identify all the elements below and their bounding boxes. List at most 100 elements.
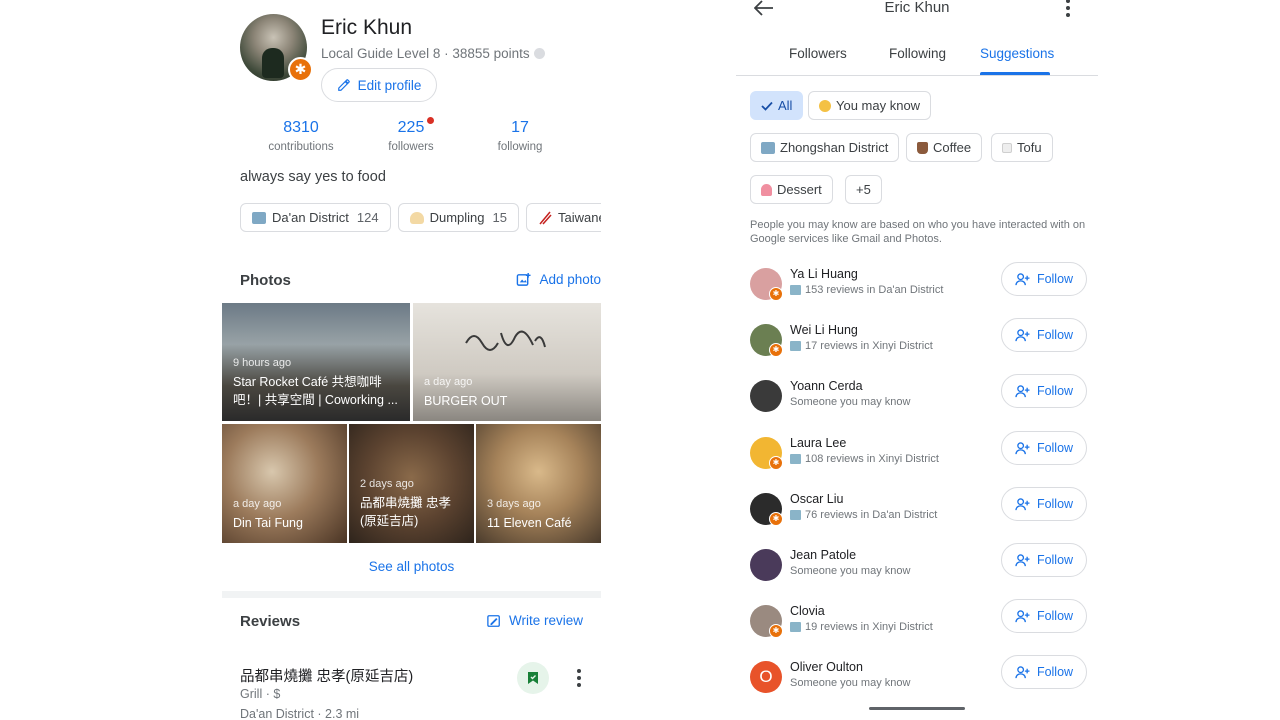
follow-label: Follow — [1036, 272, 1074, 286]
person-name[interactable]: Clovia — [790, 604, 825, 618]
suggestion-row: Jean Patole Someone you may know Follow — [736, 543, 1098, 593]
person-subtitle: 76 reviews in Da'an District — [790, 509, 937, 521]
person-name[interactable]: Wei Li Hung — [790, 323, 858, 337]
photo-star-rocket-cafe[interactable]: 9 hours ago Star Rocket Café 共想咖啡吧！| 共享空… — [222, 303, 410, 421]
suggestion-row: Yoann Cerda Someone you may know Follow — [736, 374, 1098, 424]
reviews-heading: Reviews — [240, 613, 301, 630]
add-photo-icon — [517, 272, 531, 286]
review-place-location: Da'an District · 2.3 mi — [240, 707, 360, 720]
see-all-photos-link[interactable]: See all photos — [222, 559, 601, 574]
follow-button[interactable]: Follow — [1001, 487, 1087, 521]
add-person-icon — [1015, 665, 1030, 678]
social-panel: Eric Khun Followers Following Suggestion… — [736, 0, 1098, 720]
review-more-icon[interactable] — [570, 669, 588, 687]
chip-coffee[interactable]: Coffee — [906, 133, 983, 162]
edit-profile-button[interactable]: Edit profile — [321, 68, 437, 102]
saved-flag-button[interactable] — [517, 662, 549, 694]
chip-you-may-know[interactable]: You may know — [808, 91, 932, 120]
suggestion-row: O Oliver Oulton Someone you may know Follow — [736, 655, 1098, 705]
add-person-icon — [1015, 553, 1030, 566]
suggestion-row: ✱ Oscar Liu 76 reviews in Da'an District Fo… — [736, 487, 1098, 537]
tab-followers[interactable]: Followers — [789, 46, 847, 61]
chip-more[interactable]: +5 — [845, 175, 882, 204]
person-avatar[interactable] — [750, 380, 782, 412]
follow-label: Follow — [1036, 384, 1074, 398]
person-avatar[interactable]: O — [750, 661, 782, 693]
tab-following[interactable]: Following — [889, 46, 946, 61]
tab-suggestions[interactable]: Suggestions — [980, 46, 1054, 61]
person-subtitle-text: 76 reviews in Da'an District — [805, 509, 938, 521]
person-subtitle-text: Someone you may know — [790, 396, 911, 408]
photo-burger-out[interactable]: a day ago BURGER OUT — [413, 303, 601, 421]
tag-dumpling[interactable]: Dumpling 15 — [397, 203, 519, 232]
add-person-icon — [1015, 609, 1030, 622]
follow-button[interactable]: Follow — [1001, 262, 1087, 296]
city-icon — [790, 622, 801, 632]
follow-button[interactable]: Follow — [1001, 599, 1087, 633]
add-person-icon — [1015, 441, 1030, 454]
follow-button[interactable]: Follow — [1001, 543, 1087, 577]
person-name[interactable]: Oliver Oulton — [790, 660, 863, 674]
photo-din-tai-fung[interactable]: a day ago Din Tai Fung — [222, 424, 347, 543]
person-subtitle-text: Someone you may know — [790, 565, 911, 577]
local-guide-level[interactable]: Local Guide Level 8 · 38855 points — [321, 46, 545, 61]
flag-icon — [528, 672, 538, 684]
check-icon — [761, 101, 773, 111]
dumpling-icon — [409, 211, 424, 224]
person-name[interactable]: Jean Patole — [790, 548, 856, 562]
suggestion-row: ✱ Clovia 19 reviews in Xinyi District Follo… — [736, 599, 1098, 649]
review-place-name[interactable]: 品都串燒攤 忠孝(原延吉店) — [240, 665, 413, 686]
stat-following[interactable]: 17 following — [470, 119, 570, 153]
tab-divider — [736, 75, 1098, 76]
follow-label: Follow — [1036, 553, 1074, 567]
tag-daan-district[interactable]: Da'an District 124 — [240, 203, 391, 232]
social-title: Eric Khun — [884, 0, 950, 16]
write-review-label: Write review — [508, 613, 583, 628]
follow-label: Follow — [1036, 665, 1074, 679]
add-photo-label: Add photo — [539, 272, 601, 287]
local-guide-badge-icon: ✱ — [288, 57, 313, 82]
city-icon — [790, 454, 801, 464]
tag-taiwanese[interactable]: Taiwanes — [525, 203, 601, 232]
chip-dessert[interactable]: Dessert — [750, 175, 833, 204]
chip-tofu[interactable]: Tofu — [991, 133, 1053, 162]
city-icon — [790, 341, 801, 351]
person-subtitle-text: 17 reviews in Xinyi District — [805, 340, 933, 352]
chip-zhongshan-district[interactable]: Zhongshan District — [750, 133, 900, 162]
chip-all[interactable]: All — [750, 91, 804, 120]
city-icon — [761, 141, 775, 154]
edit-profile-label: Edit profile — [357, 77, 422, 93]
local-guide-badge-icon: ✱ — [769, 512, 783, 526]
photo-grill-skewers[interactable]: 2 days ago 品都串燒攤 忠孝(原延吉店) — [349, 424, 474, 543]
follow-button[interactable]: Follow — [1001, 318, 1087, 352]
city-icon — [790, 510, 801, 520]
profile-bio: always say yes to food — [240, 169, 386, 185]
follow-button[interactable]: Follow — [1001, 374, 1087, 408]
follow-button[interactable]: Follow — [1001, 655, 1087, 689]
person-name[interactable]: Laura Lee — [790, 436, 846, 450]
suggestions-info-text: People you may know are based on who you… — [750, 219, 1086, 245]
follow-label: Follow — [1036, 609, 1074, 623]
more-options-icon[interactable] — [1059, 0, 1077, 17]
person-avatar[interactable] — [750, 549, 782, 581]
photo-11-eleven-cafe[interactable]: 3 days ago 11 Eleven Café — [476, 424, 601, 543]
follow-label: Follow — [1036, 497, 1074, 511]
write-review-button[interactable]: Write review — [487, 613, 583, 628]
profile-tags: Da'an District 124 Dumpling 15 Taiwanes — [240, 203, 601, 232]
stat-contributions[interactable]: 8310 contributions — [251, 119, 351, 153]
local-guide-badge-icon: ✱ — [769, 287, 783, 301]
follow-button[interactable]: Follow — [1001, 431, 1087, 465]
person-name[interactable]: Ya Li Huang — [790, 267, 858, 281]
add-photo-button[interactable]: Add photo — [516, 272, 601, 287]
suggestion-row: ✱ Wei Li Hung 17 reviews in Xinyi District… — [736, 318, 1098, 368]
profile-name: Eric Khun — [321, 16, 413, 39]
stat-followers[interactable]: 225 followers — [361, 119, 461, 153]
person-subtitle-text: 19 reviews in Xinyi District — [805, 621, 933, 633]
person-name[interactable]: Yoann Cerda — [790, 379, 863, 393]
photos-heading: Photos — [240, 272, 291, 289]
info-icon — [533, 48, 545, 59]
person-subtitle: 17 reviews in Xinyi District — [790, 340, 933, 352]
person-name[interactable]: Oscar Liu — [790, 492, 844, 506]
add-person-icon — [1015, 272, 1030, 285]
handwriting-decoration — [465, 330, 546, 351]
